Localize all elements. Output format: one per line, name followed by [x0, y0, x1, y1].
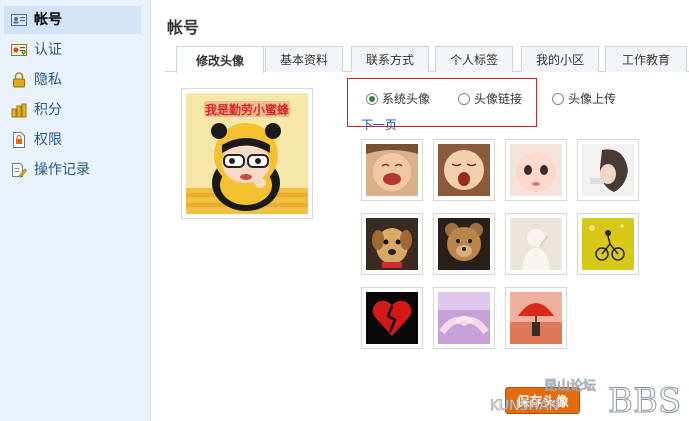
radio-label: 系统头像 [382, 92, 431, 106]
sidebar-item-label: 隐私 [34, 72, 62, 88]
current-avatar: 我是勤劳小蜜蜂 [181, 88, 313, 219]
tab-work-education[interactable]: 工作教育 [605, 46, 687, 72]
radio-button[interactable] [458, 92, 470, 105]
sidebar-item-certification[interactable]: 认证 [4, 36, 141, 64]
radio-button-checked[interactable] [366, 92, 378, 105]
avatar-thumb-yawning-baby[interactable] [433, 139, 495, 201]
avatar-thumb-faded-figure[interactable] [505, 213, 567, 275]
avatar-caption: 我是勤劳小蜜蜂 [205, 102, 290, 117]
sidebar-item-operation-log[interactable]: 操作记录 [4, 156, 141, 184]
tab-contact[interactable]: 联系方式 [351, 46, 429, 72]
tab-change-avatar[interactable]: 修改头像 [176, 46, 264, 73]
sidebar-item-privacy[interactable]: 隐私 [4, 66, 141, 94]
avatar-thumb-broken-heart[interactable] [361, 287, 423, 349]
next-page-link[interactable]: 下一页 [361, 116, 397, 133]
bee-cartoon-avatar: 我是勤劳小蜜蜂 [186, 93, 308, 214]
avatar-thumb-holding-hands[interactable] [433, 287, 495, 349]
sidebar-item-points[interactable]: 积分 [4, 96, 141, 124]
sidebar-item-label: 权限 [34, 132, 62, 148]
sidebar: 帐号 认证 隐私 积分 权限 操作记录 [0, 0, 151, 421]
avatar-thumb-girl-hair[interactable] [577, 139, 639, 201]
permission-icon [10, 132, 28, 148]
radio-button[interactable] [552, 92, 564, 105]
avatar-thumb-laughing-baby[interactable] [361, 139, 423, 201]
sidebar-item-label: 认证 [34, 42, 62, 58]
coins-icon [10, 102, 28, 118]
sidebar-item-account[interactable]: 帐号 [4, 6, 141, 34]
page-title: 帐号 [167, 18, 200, 37]
tab-basic-info[interactable]: 基本资料 [265, 46, 343, 72]
tab-my-community[interactable]: 我的小区 [521, 46, 599, 72]
save-avatar-button[interactable]: 保存头像 [505, 387, 580, 414]
sidebar-item-label: 积分 [34, 102, 62, 118]
sidebar-item-label: 帐号 [34, 12, 62, 28]
avatar-thumb-cyclist-field[interactable] [577, 213, 639, 275]
radio-system-avatar[interactable]: 系统头像 [366, 90, 430, 107]
avatar-thumb-teddy-bear[interactable] [433, 213, 495, 275]
lock-icon [10, 72, 28, 88]
radio-label: 头像链接 [474, 92, 523, 106]
sidebar-item-permissions[interactable]: 权限 [4, 126, 141, 154]
avatar-thumb-red-umbrella[interactable] [505, 287, 567, 349]
edit-log-icon [10, 162, 28, 178]
radio-avatar-upload[interactable]: 头像上传 [552, 90, 616, 107]
watermark-bbs: BBS [608, 381, 681, 418]
certificate-icon [10, 42, 28, 58]
radio-avatar-link[interactable]: 头像链接 [458, 90, 522, 107]
tab-bar: 修改头像 基本资料 联系方式 个人标签 我的小区 工作教育 [165, 46, 689, 73]
avatar-thumb-baby-face[interactable] [505, 139, 567, 201]
radio-label: 头像上传 [568, 92, 617, 106]
tab-personal-tags[interactable]: 个人标签 [435, 46, 513, 72]
avatar-thumb-puppy[interactable] [361, 213, 423, 275]
id-card-icon [10, 12, 28, 28]
sidebar-item-label: 操作记录 [34, 162, 90, 178]
